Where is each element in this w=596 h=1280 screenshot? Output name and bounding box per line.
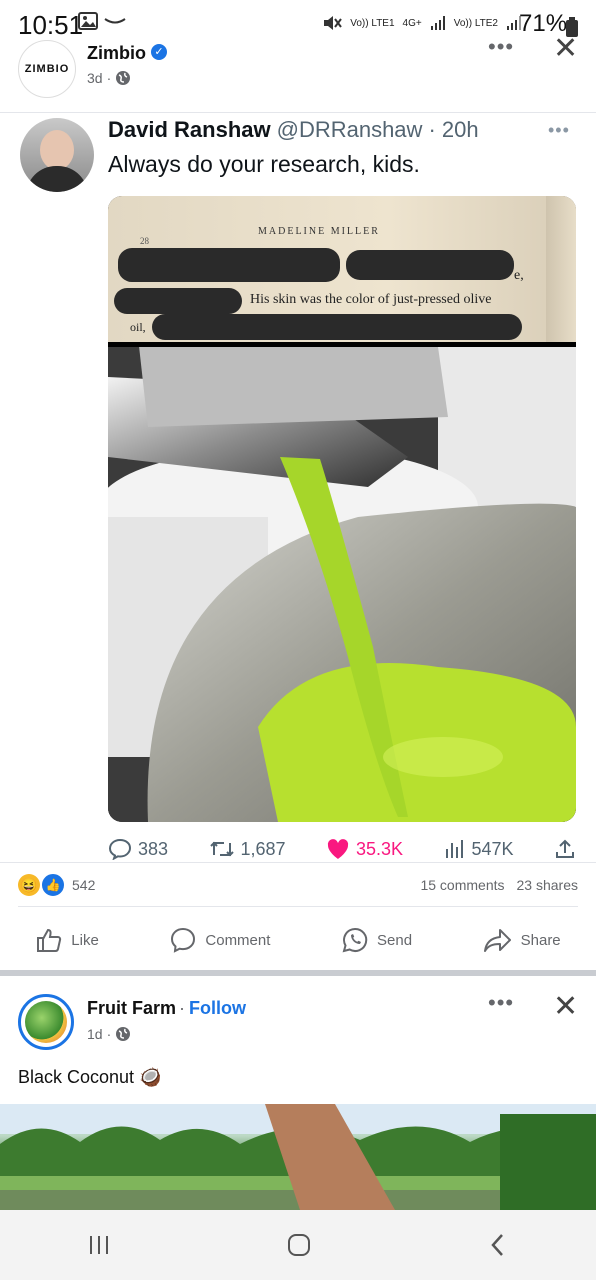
tweet-author-avatar: [20, 118, 94, 192]
redaction-bar: [114, 288, 242, 314]
redaction-bar: [346, 250, 514, 280]
retweet-icon: [209, 841, 234, 857]
post-caption: Black Coconut 🥥: [18, 1067, 162, 1087]
mute-icon: [324, 16, 343, 30]
engagement-counts: 15 comments 23 shares: [420, 877, 578, 893]
home-icon[interactable]: [286, 1232, 312, 1258]
tweet-time: · 20h: [428, 117, 479, 142]
tweet-more-icon: •••: [548, 120, 570, 140]
page-avatar[interactable]: ZIMBIO: [18, 40, 76, 98]
heart-icon: [327, 839, 349, 859]
post-time[interactable]: 1d: [87, 1026, 103, 1042]
book-text-fragment: oil,: [130, 320, 146, 334]
tweet-stats: 383 1,687 35.3K 547K: [108, 838, 576, 860]
more-dots-icon[interactable]: •••: [488, 34, 514, 60]
close-icon[interactable]: ✕: [553, 992, 578, 1022]
recent-apps-icon[interactable]: [87, 1234, 111, 1256]
gallery-icon: [78, 12, 98, 30]
verified-badge-icon: ✓: [151, 44, 167, 60]
olive-oil-illustration: [108, 347, 576, 822]
network-label: 4G+: [402, 17, 422, 29]
like-button[interactable]: Like: [35, 927, 99, 953]
fruit-farm-avatar[interactable]: [18, 994, 74, 1050]
redaction-bar: [152, 314, 522, 340]
share-stat: [554, 838, 576, 860]
book-page-image: 28 MADELINE MILLER e, His skin was the c…: [108, 196, 576, 342]
name-separator: ·: [179, 998, 185, 1018]
share-label: Share: [520, 931, 561, 949]
network-label: Vo)) LTE1: [350, 17, 395, 29]
shares-count[interactable]: 23 shares: [517, 877, 578, 893]
upload-share-icon: [556, 839, 574, 858]
comment-icon: [171, 927, 196, 953]
post-meta: 1d ·: [87, 1026, 131, 1042]
book-author: MADELINE MILLER: [258, 226, 380, 237]
views-count: 547K: [471, 838, 514, 859]
post-actions: Like Comment Send Share: [0, 918, 596, 962]
send-button[interactable]: Send: [341, 926, 412, 954]
globe-icon: [116, 71, 131, 85]
amazon-icon: [104, 18, 126, 24]
clock: 10:51: [18, 10, 84, 40]
coconut-farm-photo[interactable]: [0, 1104, 596, 1210]
divider: [18, 906, 578, 907]
reply-count: 383: [138, 838, 169, 859]
post-meta: 3d ·: [87, 70, 131, 86]
like-count: 35.3K: [356, 838, 404, 859]
tweet-text: Always do your research, kids.: [108, 151, 420, 177]
globe-icon: [116, 1027, 131, 1041]
comments-count[interactable]: 15 comments: [420, 877, 504, 893]
like-reaction-icon: 👍: [40, 872, 66, 898]
divider: [0, 862, 596, 863]
post-separator: [0, 970, 596, 976]
signal-icon: [430, 16, 445, 30]
follow-button[interactable]: Follow: [189, 998, 246, 1019]
comment-button[interactable]: Comment: [169, 926, 270, 954]
redaction-bar: [118, 248, 340, 282]
whatsapp-icon: [342, 927, 368, 953]
views-icon: [445, 840, 463, 858]
tweet-author-name: David Ranshaw: [108, 117, 271, 142]
book-page-number: 28: [140, 236, 149, 246]
post-time[interactable]: 3d: [87, 70, 103, 86]
book-text-fragment: e,: [514, 268, 524, 283]
signal-indicators: Vo)) LTE1 4G+ Vo)) LTE2: [322, 14, 522, 32]
share-arrow-icon: [483, 929, 511, 952]
retweet-count: 1,687: [240, 838, 286, 859]
divider: [0, 112, 596, 113]
notification-icons: [78, 12, 126, 30]
reply-icon: [108, 838, 132, 860]
comment-label: Comment: [205, 931, 271, 949]
reaction-count: 542: [72, 877, 96, 893]
page-name[interactable]: Zimbio: [87, 43, 146, 64]
reply-stat: 383: [108, 838, 168, 860]
more-dots-icon[interactable]: •••: [488, 990, 514, 1016]
retweet-stat: 1,687: [209, 839, 286, 860]
thumbs-up-icon: [37, 928, 62, 952]
network-label: Vo)) LTE2: [453, 17, 498, 29]
tweet-author: David Ranshaw @DRRanshaw · 20h: [108, 117, 479, 143]
like-stat: 35.3K: [326, 838, 403, 860]
olive-oil-pouring-photo: [108, 347, 576, 822]
book-text-line: His skin was the color of just-pressed o…: [250, 292, 492, 307]
like-label: Like: [71, 931, 99, 949]
share-button[interactable]: Share: [483, 927, 561, 953]
tweet-handle: @DRRanshaw: [276, 117, 423, 142]
page-name[interactable]: Fruit Farm: [87, 998, 176, 1019]
reactions-summary[interactable]: 😆 👍 542: [18, 872, 95, 898]
haha-reaction-icon: 😆: [18, 874, 40, 896]
back-icon[interactable]: [487, 1232, 509, 1258]
views-stat: 547K: [444, 839, 514, 860]
send-label: Send: [377, 931, 413, 949]
system-nav-bar: [0, 1210, 596, 1280]
tweet-media[interactable]: 28 MADELINE MILLER e, His skin was the c…: [108, 196, 576, 822]
farm-landscape: [0, 1104, 596, 1210]
close-icon[interactable]: ✕: [553, 34, 578, 64]
